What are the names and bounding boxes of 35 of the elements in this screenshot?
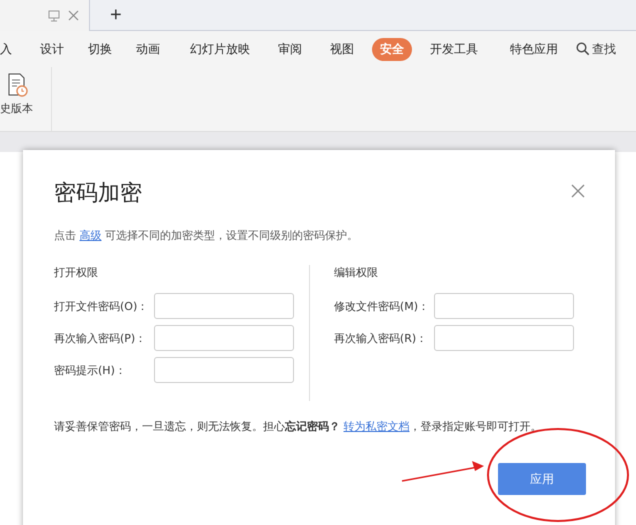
field-label: 修改文件密码(M)： xyxy=(334,298,430,314)
dialog-title: 密码加密 xyxy=(54,180,142,208)
menu-tab[interactable]: 特色应用 xyxy=(502,38,566,60)
menu-tab[interactable]: 设计 xyxy=(32,38,72,60)
password-field[interactable] xyxy=(154,293,294,319)
menu-tab[interactable]: 视图 xyxy=(322,38,362,60)
menu-tab[interactable]: 幻灯片放映 xyxy=(182,38,258,60)
menu-tab[interactable]: 审阅 xyxy=(270,38,310,60)
password-field[interactable] xyxy=(434,293,574,319)
intro-text: 点击 高级 可选择不同的加密类型，设置不同级别的密码保护。 xyxy=(54,228,359,243)
field-label: 再次输入密码(P)： xyxy=(54,330,148,346)
close-icon xyxy=(571,184,585,198)
private-doc-link[interactable]: 转为私密文档 xyxy=(344,420,410,433)
menu-tab[interactable]: 动画 xyxy=(128,38,168,60)
new-tab-button[interactable]: + xyxy=(104,0,128,30)
section-title: 打开权限 xyxy=(54,265,99,280)
search-icon xyxy=(576,42,590,56)
monitor-icon xyxy=(48,10,60,22)
history-button[interactable]: 史版本 xyxy=(0,67,52,131)
field-label: 再次输入密码(R)： xyxy=(334,330,428,346)
advanced-link[interactable]: 高级 xyxy=(80,229,102,242)
section-title: 编辑权限 xyxy=(334,265,379,280)
menu-tab[interactable]: 开发工具 xyxy=(422,38,486,60)
password-field[interactable] xyxy=(154,325,294,351)
document-clock-icon xyxy=(8,73,28,97)
search-button[interactable]: 查找 xyxy=(576,40,616,58)
menu-tab[interactable]: 入 xyxy=(0,38,20,60)
password-field[interactable] xyxy=(434,325,574,351)
menu-tab[interactable]: 切换 xyxy=(80,38,120,60)
field-label: 打开文件密码(O)： xyxy=(54,298,150,314)
field-label: 密码提示(H)： xyxy=(54,362,127,378)
warning-note: 请妥善保管密码，一旦遗忘，则无法恢复。担心忘记密码？ 转为私密文档，登录指定账号即可打开。 xyxy=(54,419,542,434)
password-field[interactable] xyxy=(154,357,294,383)
close-icon[interactable] xyxy=(68,10,79,21)
apply-button[interactable]: 应用 xyxy=(498,463,586,495)
